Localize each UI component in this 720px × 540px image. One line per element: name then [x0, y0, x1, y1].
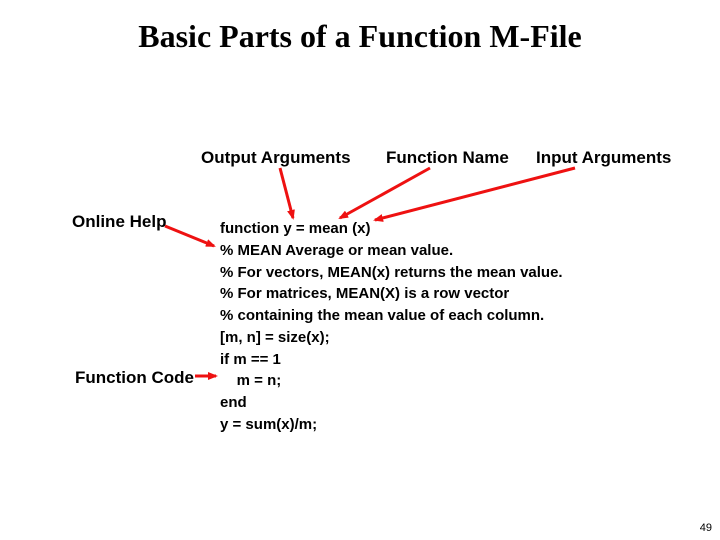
code-line: m = n; [220, 370, 563, 392]
code-line: function y = mean (x) [220, 218, 563, 240]
code-line: if m == 1 [220, 349, 563, 371]
code-line: [m, n] = size(x); [220, 327, 563, 349]
label-output-arguments: Output Arguments [201, 148, 351, 168]
code-line: % For vectors, MEAN(x) returns the mean … [220, 262, 563, 284]
arrow-input-args [375, 168, 575, 220]
code-line: % MEAN Average or mean value. [220, 240, 563, 262]
code-line: end [220, 392, 563, 414]
label-function-name: Function Name [386, 148, 509, 168]
code-line: y = sum(x)/m; [220, 414, 563, 436]
arrow-function-name [340, 168, 430, 218]
code-line: % containing the mean value of each colu… [220, 305, 563, 327]
page-title: Basic Parts of a Function M-File [0, 0, 720, 55]
slide-number: 49 [700, 522, 712, 534]
code-block: function y = mean (x) % MEAN Average or … [220, 218, 563, 436]
label-input-arguments: Input Arguments [536, 148, 671, 168]
label-function-code: Function Code [75, 368, 194, 388]
label-online-help: Online Help [72, 212, 166, 232]
arrow-online-help [165, 226, 214, 246]
code-line: % For matrices, MEAN(X) is a row vector [220, 283, 563, 305]
arrow-output-args [280, 168, 293, 218]
